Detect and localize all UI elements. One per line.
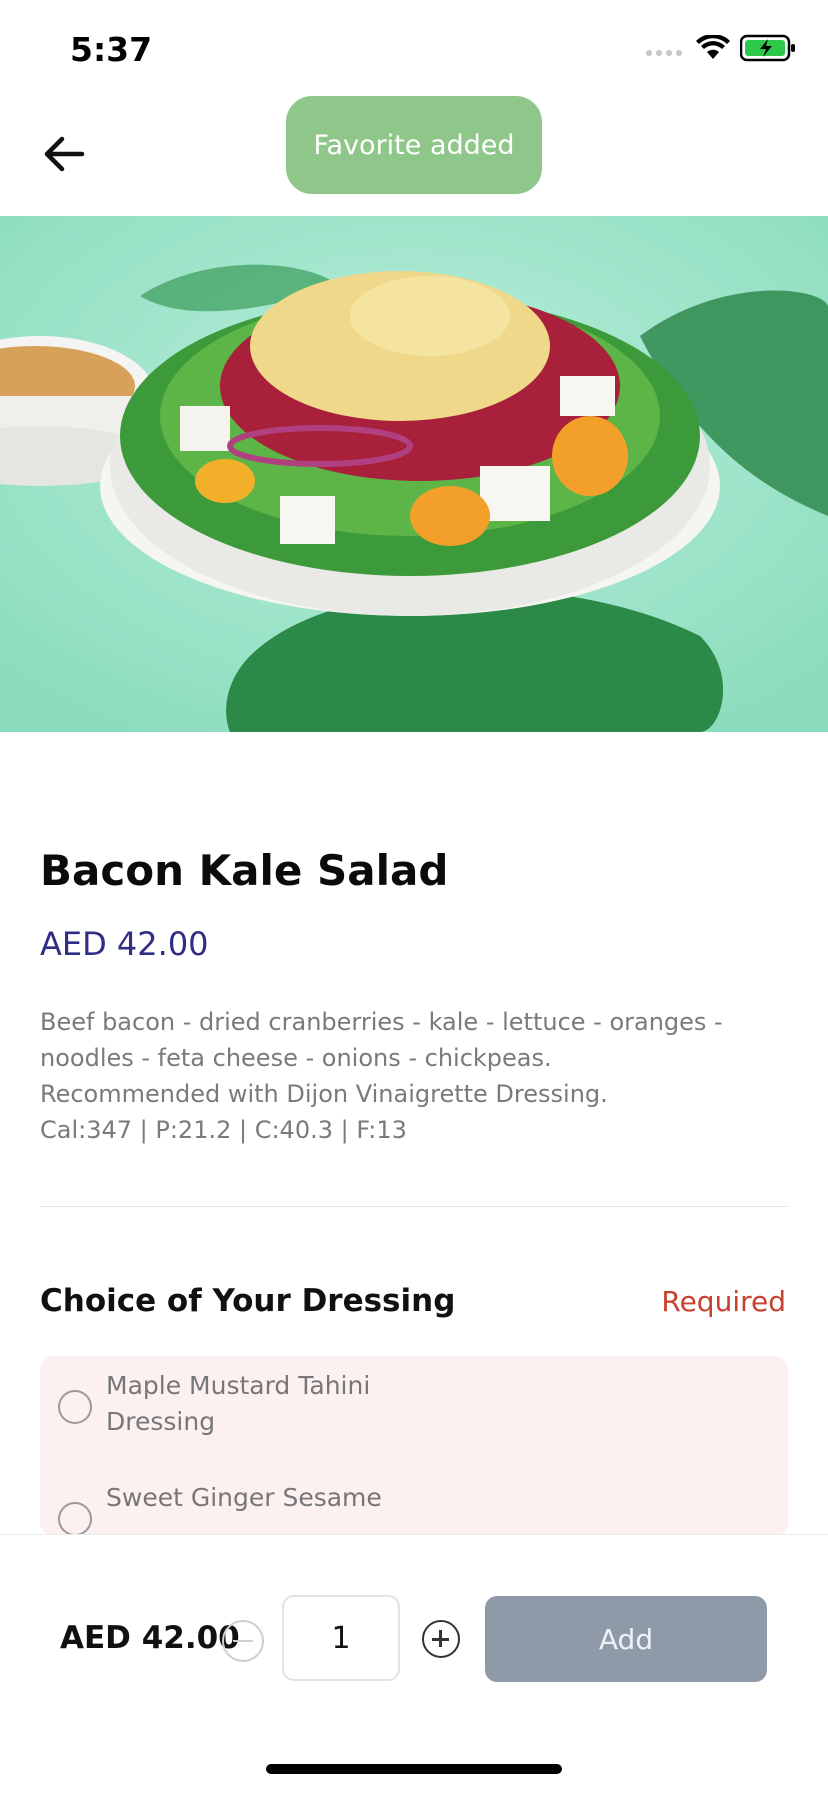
signal-icon — [646, 38, 686, 58]
divider — [40, 1206, 788, 1207]
dressing-section-title: Choice of Your Dressing — [40, 1283, 456, 1319]
description-line: Beef bacon - dried cranberries - kale - … — [40, 1008, 723, 1036]
option-label: Maple Mustard Tahini Dressing — [106, 1371, 371, 1436]
status-icons — [646, 34, 796, 62]
battery-charging-icon — [740, 34, 795, 62]
toast-message: Favorite added — [286, 96, 542, 194]
product-title: Bacon Kale Salad — [40, 846, 449, 895]
wifi-icon — [696, 35, 730, 59]
required-badge: Required — [661, 1285, 786, 1318]
quantity-field[interactable]: 1 — [282, 1595, 400, 1681]
description-line: Recommended with Dijon Vinaigrette Dress… — [40, 1080, 608, 1108]
increase-quantity-button[interactable] — [422, 1620, 460, 1658]
product-description: Beef bacon - dried cranberries - kale - … — [40, 1004, 790, 1148]
home-indicator — [266, 1764, 562, 1774]
decrease-quantity-button[interactable] — [222, 1620, 264, 1662]
status-bar: 5:37 — [0, 0, 828, 96]
nutrition-line: Cal:347 | P:21.2 | C:40.3 | F:13 — [40, 1116, 407, 1144]
product-price: AED 42.00 — [40, 925, 209, 963]
arrow-left-icon — [44, 136, 85, 172]
salad-photo — [0, 216, 828, 732]
dressing-option-sweet-ginger[interactable]: Sweet Ginger Sesame — [58, 1480, 382, 1536]
description-line: noodles - feta cheese - onions - chickpe… — [40, 1044, 552, 1072]
dressing-option-maple-mustard[interactable]: Maple Mustard Tahini Dressing — [58, 1368, 370, 1440]
radio-button[interactable] — [58, 1390, 92, 1424]
dressing-options: Maple Mustard Tahini Dressing Sweet Ging… — [40, 1356, 788, 1536]
total-price: AED 42.00 — [60, 1620, 240, 1656]
status-time: 5:37 — [70, 30, 153, 69]
option-label: Sweet Ginger Sesame — [106, 1483, 382, 1512]
back-button[interactable] — [38, 128, 90, 180]
add-to-cart-button[interactable]: Add — [485, 1596, 767, 1682]
radio-button[interactable] — [58, 1502, 92, 1536]
